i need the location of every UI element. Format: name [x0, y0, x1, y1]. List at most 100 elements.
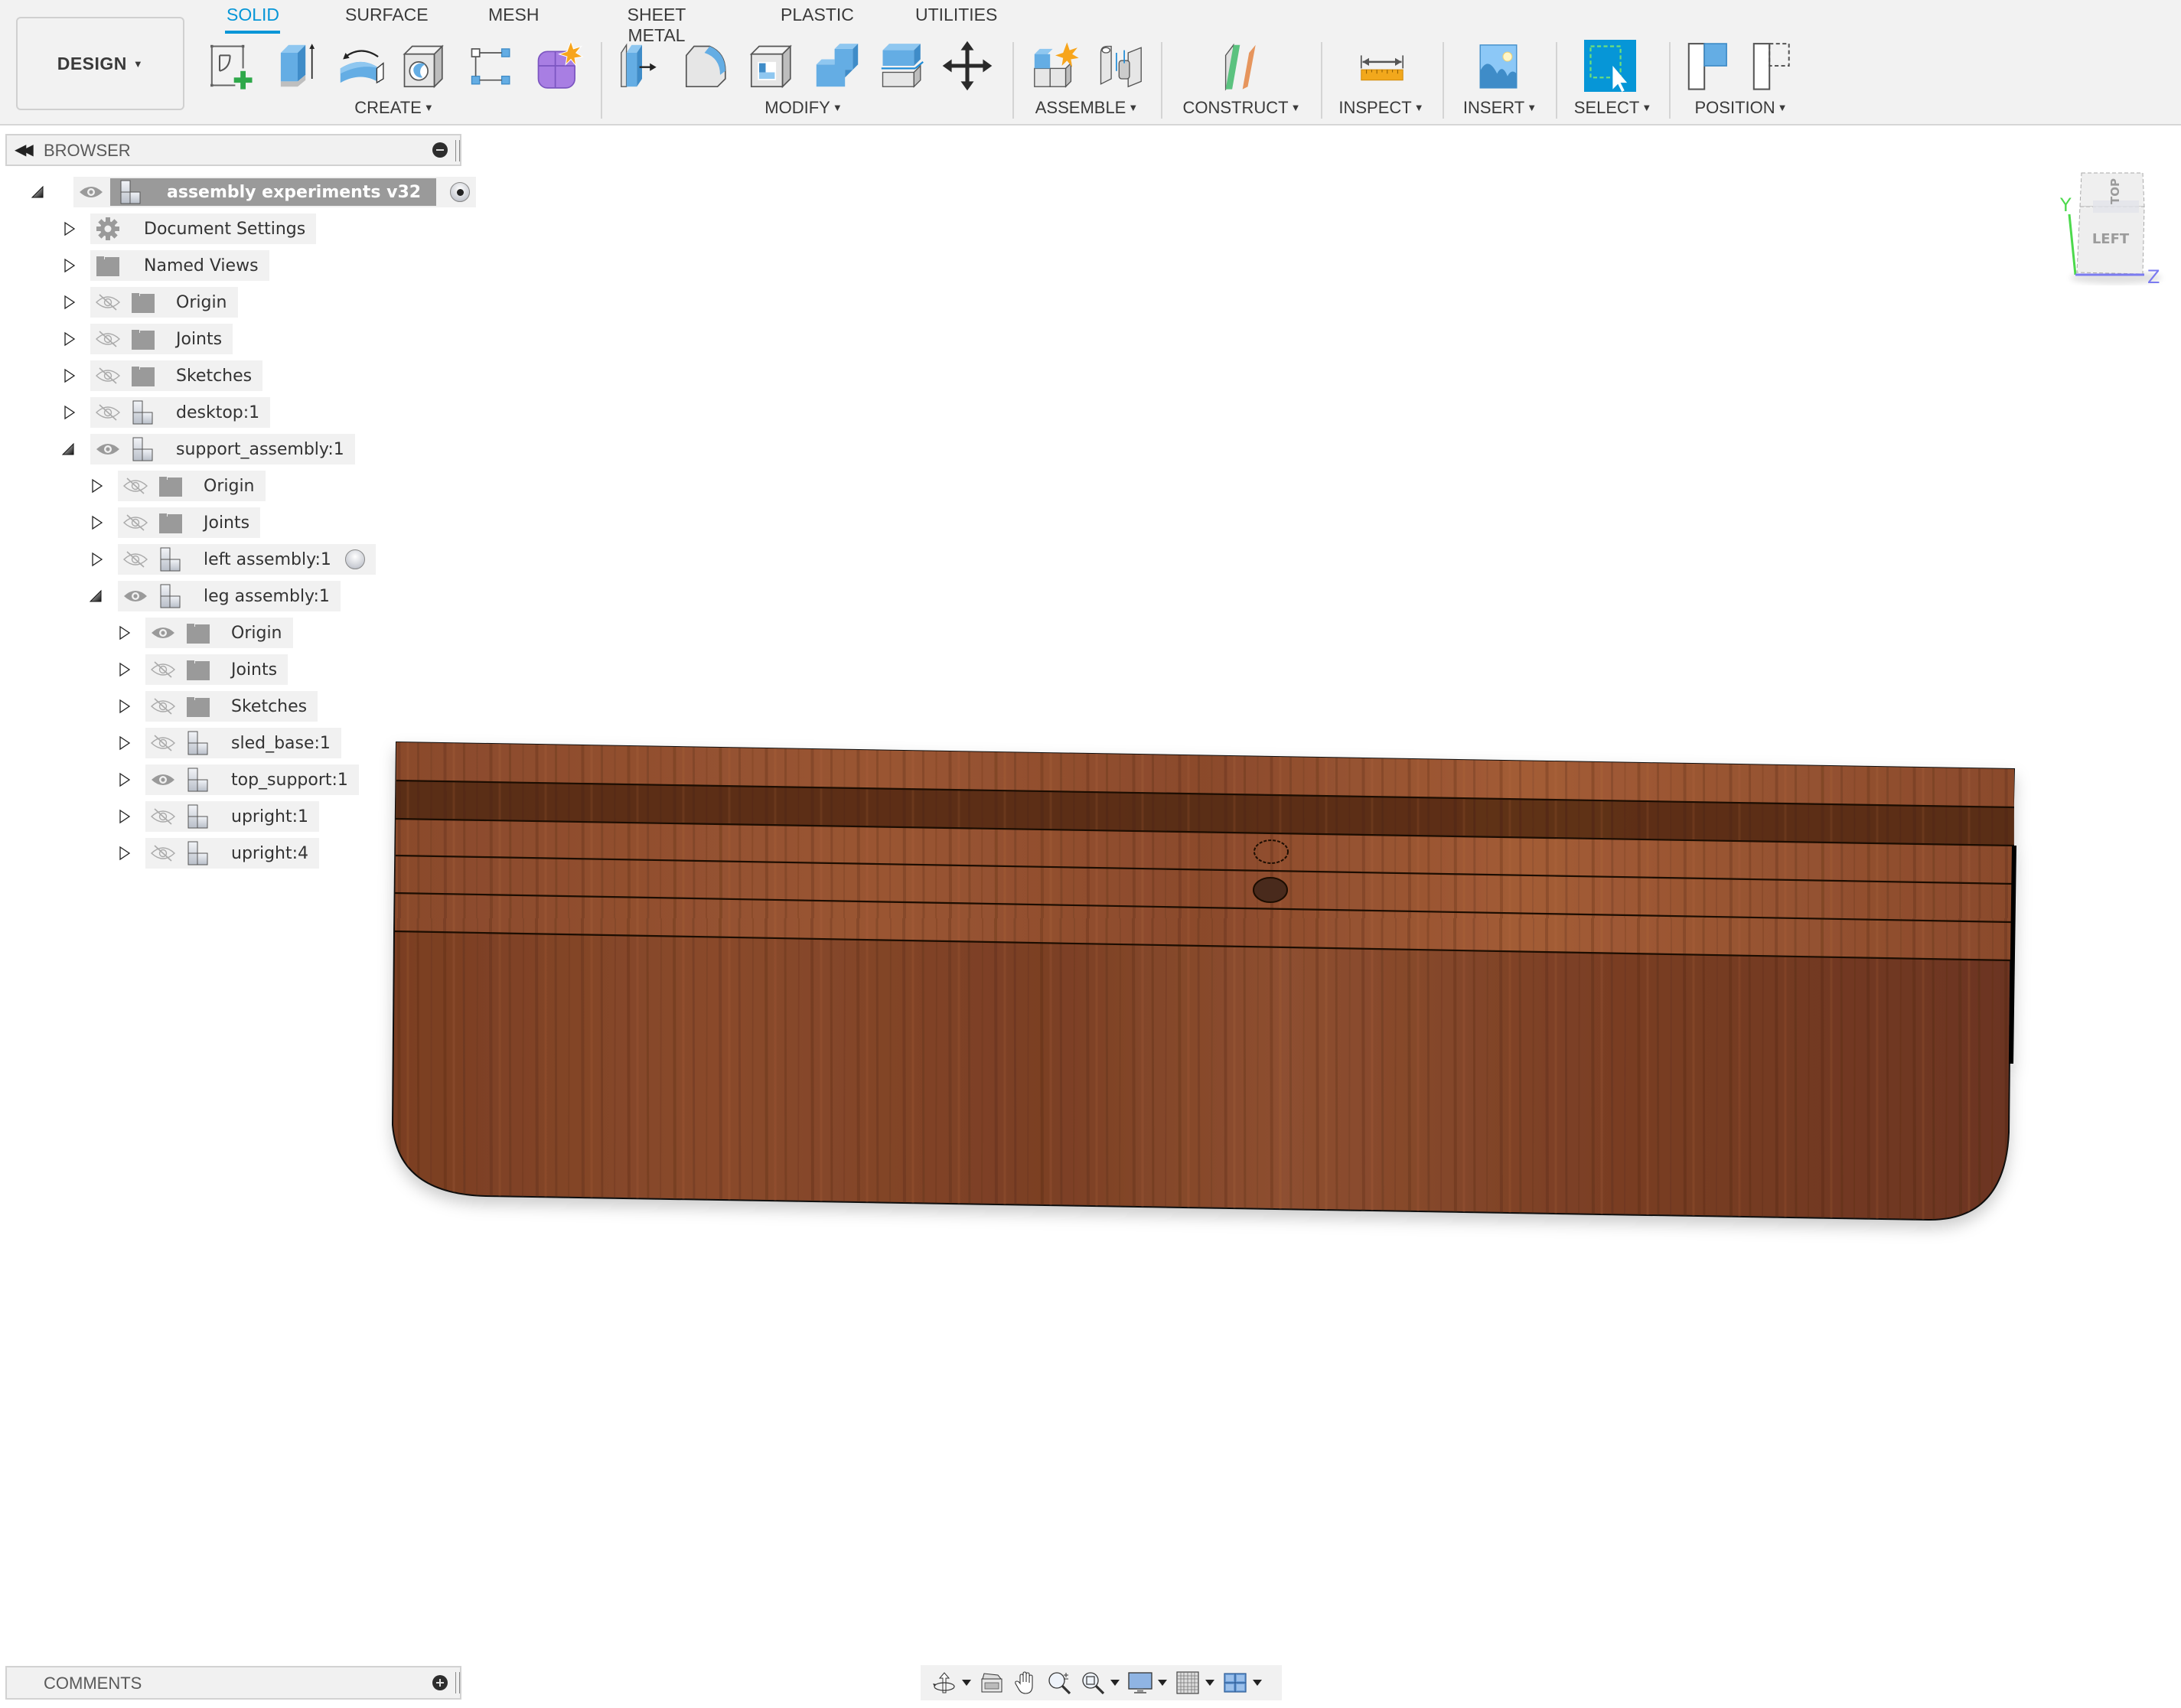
tab-surface[interactable]: SURFACE	[345, 5, 429, 31]
tree-expander[interactable]	[116, 699, 132, 714]
create-menu[interactable]: CREATE ▼	[348, 98, 440, 118]
tree-expander[interactable]	[116, 662, 132, 677]
revolve-button[interactable]	[335, 38, 387, 93]
tree-item[interactable]: Joints	[61, 324, 233, 354]
tree-item[interactable]: left assembly:1	[89, 544, 376, 575]
tree-item-body[interactable]: Origin	[90, 287, 238, 318]
eye-icon[interactable]	[150, 624, 176, 642]
modify-menu[interactable]: MODIFY ▼	[758, 98, 849, 118]
tree-item[interactable]: Joints	[89, 507, 261, 538]
tree-item[interactable]: upright:1	[116, 801, 320, 832]
tab-sheet-metal[interactable]: SHEET METAL	[599, 5, 714, 45]
tree-item-body[interactable]: Joints	[118, 507, 261, 538]
extrude-button[interactable]	[272, 38, 324, 93]
tree-item-body[interactable]: left assembly:1	[118, 544, 376, 575]
tree-item-body[interactable]: upright:1	[145, 801, 320, 832]
minimize-panel-icon[interactable]	[432, 142, 448, 158]
grid-snap-button[interactable]	[1175, 1670, 1214, 1696]
tree-item[interactable]: Origin	[116, 618, 293, 648]
tab-solid[interactable]: SOLID	[225, 5, 280, 34]
pan-button[interactable]	[1012, 1670, 1038, 1696]
position-menu[interactable]: POSITION ▼	[1687, 98, 1795, 118]
eye-hidden-icon[interactable]	[150, 660, 176, 679]
activate-component-radio-active[interactable]	[450, 182, 471, 202]
tree-item[interactable]: sled_base:1	[116, 728, 341, 758]
activate-component-radio[interactable]	[344, 549, 365, 569]
tab-utilities[interactable]: UTILITIES	[915, 5, 997, 31]
press-pull-button[interactable]	[616, 38, 668, 93]
window-select-button[interactable]	[1584, 38, 1636, 93]
tree-expander[interactable]	[61, 258, 77, 273]
tree-expander[interactable]	[116, 846, 132, 861]
offset-plane-button[interactable]	[1215, 38, 1267, 93]
tree-item[interactable]: leg assembly:1	[89, 581, 341, 611]
tab-mesh[interactable]: MESH	[488, 5, 539, 31]
hole-button[interactable]	[398, 38, 450, 93]
tree-item-body[interactable]: upright:4	[145, 838, 320, 869]
collapse-panel-icon[interactable]: ◀◀	[15, 140, 34, 158]
eye-icon[interactable]	[150, 771, 176, 789]
3d-viewport[interactable]	[0, 0, 2181, 1708]
tree-item[interactable]: Sketches	[61, 360, 263, 391]
add-comment-icon[interactable]	[432, 1675, 448, 1690]
split-body-button[interactable]	[876, 38, 928, 93]
eye-hidden-icon[interactable]	[150, 734, 176, 752]
eye-icon[interactable]	[95, 440, 121, 458]
eye-icon[interactable]	[78, 183, 104, 201]
tree-expander[interactable]	[89, 478, 104, 494]
select-menu[interactable]: SELECT ▼	[1569, 98, 1657, 118]
tree-item-body[interactable]: sled_base:1	[145, 728, 341, 758]
eye-hidden-icon[interactable]	[150, 807, 176, 826]
display-settings-button[interactable]	[1127, 1670, 1167, 1696]
tree-item[interactable]: Document Settings	[61, 214, 317, 244]
tree-item-body[interactable]: desktop:1	[90, 397, 271, 428]
insert-menu[interactable]: INSERT ▼	[1454, 98, 1546, 118]
look-at-button[interactable]	[979, 1670, 1005, 1696]
tree-item-body[interactable]: Sketches	[90, 360, 263, 391]
tree-expander[interactable]	[61, 295, 77, 310]
tree-expander[interactable]	[116, 772, 132, 787]
tree-expander[interactable]	[89, 515, 104, 530]
move-copy-button[interactable]	[941, 38, 993, 93]
tree-expander[interactable]	[61, 368, 77, 383]
fit-button[interactable]	[1080, 1670, 1120, 1696]
workspace-switcher-button[interactable]: DESIGN ▼	[16, 17, 184, 110]
tree-item[interactable]: upright:4	[116, 838, 320, 869]
tree-expander[interactable]	[31, 184, 46, 200]
tree-item-body[interactable]: Joints	[90, 324, 233, 354]
eye-hidden-icon[interactable]	[95, 293, 121, 311]
pattern-button[interactable]	[465, 38, 517, 93]
eye-hidden-icon[interactable]	[150, 697, 176, 715]
tree-item[interactable]: support_assembly:1	[61, 434, 355, 464]
tree-expander[interactable]	[89, 552, 104, 567]
view-cube[interactable]: TOP LEFT Y Z	[2059, 167, 2173, 289]
tree-item[interactable]: Sketches	[116, 691, 318, 722]
tab-plastic[interactable]: PLASTIC	[781, 5, 854, 31]
tree-item-body[interactable]: Document Settings	[90, 214, 317, 244]
tree-item-body[interactable]: Origin	[145, 618, 293, 648]
eye-icon[interactable]	[122, 587, 148, 605]
tree-item-body[interactable]: assembly experiments v32	[73, 177, 477, 207]
zoom-button[interactable]	[1046, 1670, 1072, 1696]
viewports-button[interactable]	[1222, 1670, 1262, 1696]
tree-expander[interactable]	[61, 442, 77, 457]
orbit-button[interactable]	[931, 1670, 971, 1696]
fillet-button[interactable]	[681, 38, 733, 93]
joint-button[interactable]	[1094, 38, 1146, 93]
assemble-menu[interactable]: ASSEMBLE ▼	[1033, 98, 1140, 118]
tree-expander[interactable]	[116, 809, 132, 824]
tree-item-body[interactable]: Sketches	[145, 691, 318, 722]
shell-button[interactable]	[746, 38, 798, 93]
revert-position-button[interactable]	[1749, 38, 1801, 93]
panel-resize-handle[interactable]	[455, 1672, 460, 1693]
insert-image-button[interactable]	[1472, 38, 1524, 93]
eye-hidden-icon[interactable]	[95, 330, 121, 348]
measure-button[interactable]	[1356, 38, 1408, 93]
tree-item[interactable]: Origin	[89, 471, 266, 501]
tree-expander[interactable]	[61, 331, 77, 347]
tree-expander[interactable]	[116, 735, 132, 751]
tree-expander[interactable]	[116, 625, 132, 640]
tree-item-body[interactable]: Joints	[145, 654, 289, 685]
eye-hidden-icon[interactable]	[150, 844, 176, 862]
create-sketch-button[interactable]	[207, 38, 259, 93]
